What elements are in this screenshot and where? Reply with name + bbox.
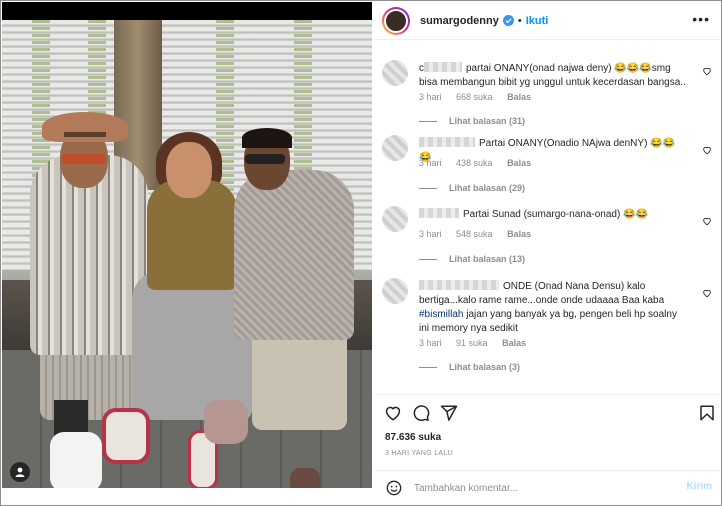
reply-button[interactable]: Balas — [507, 158, 531, 168]
comment-hashtag[interactable]: #bismillah — [419, 309, 463, 320]
view-replies-button[interactable]: Lihat balasan (3) — [419, 362, 520, 372]
person-middle-head — [166, 142, 212, 198]
user-silhouette-icon — [15, 467, 25, 477]
post-timestamp[interactable]: 3 HARI YANG LALU — [385, 450, 453, 457]
comment-avatar[interactable] — [382, 206, 408, 232]
person-left-shoe — [50, 432, 102, 488]
verified-badge-icon — [502, 15, 514, 26]
person-right-body — [234, 170, 354, 340]
heart-icon[interactable] — [702, 145, 712, 155]
likes-count[interactable]: 87.636 suka — [385, 432, 441, 443]
person-left-glasses — [62, 154, 106, 164]
emoji-icon[interactable] — [386, 480, 402, 496]
comment-meta: 3 hari 548 suka Balas — [419, 229, 543, 239]
comment-icon[interactable] — [412, 404, 430, 422]
comment-text: ONDE (Onad Nana Densu) kalo bertiga...ka… — [419, 280, 687, 336]
photo-scene — [2, 20, 372, 488]
add-comment-bar: Kirim — [374, 470, 720, 504]
separator-dot: • — [517, 14, 522, 27]
view-replies-label[interactable]: Lihat balasan (29) — [449, 183, 525, 193]
comment-meta: 3 hari 668 suka Balas — [419, 92, 543, 102]
person-right-shoe — [204, 400, 248, 444]
story-ring[interactable] — [382, 6, 410, 35]
avatar[interactable] — [384, 8, 408, 33]
comment-text: c partai ONANY(onad najwa deny) 😂😂😂smg bi… — [419, 62, 687, 90]
heart-icon[interactable] — [384, 404, 402, 422]
post-comment-button[interactable]: Kirim — [686, 481, 712, 492]
heart-icon[interactable] — [702, 216, 712, 226]
comment-username-redacted[interactable] — [424, 62, 462, 72]
view-replies-label[interactable]: Lihat balasan (3) — [449, 362, 520, 372]
person-right-glasses — [245, 154, 285, 164]
view-replies-label[interactable]: Lihat balasan (31) — [449, 116, 525, 126]
comment-text: Partai Sunad (sumargo-nana-onad) 😂😂 — [419, 208, 687, 222]
reply-button[interactable]: Balas — [507, 92, 531, 102]
comment-username-redacted[interactable] — [419, 280, 499, 290]
comment-time[interactable]: 3 hari — [419, 338, 442, 348]
person-left-hatband — [64, 132, 106, 137]
post-username[interactable]: sumargodenny — [420, 15, 499, 27]
person-middle-shoe — [102, 408, 150, 464]
comment-avatar[interactable] — [382, 60, 408, 86]
view-replies-button[interactable]: Lihat balasan (13) — [419, 254, 525, 264]
comment-avatar[interactable] — [382, 135, 408, 161]
comment-input[interactable] — [414, 480, 654, 496]
person-left-hat — [42, 112, 128, 142]
comment-time[interactable]: 3 hari — [419, 92, 442, 102]
view-replies-button[interactable]: Lihat balasan (29) — [419, 183, 525, 193]
reply-button[interactable]: Balas — [502, 338, 526, 348]
post-photo[interactable] — [2, 2, 372, 488]
tag-user-icon[interactable] — [10, 462, 30, 482]
comment-likes[interactable]: 548 suka — [456, 229, 493, 239]
comment-username-redacted[interactable] — [419, 137, 475, 147]
comment-likes[interactable]: 668 suka — [456, 92, 493, 102]
comment-likes[interactable]: 91 suka — [456, 338, 488, 348]
reply-button[interactable]: Balas — [507, 229, 531, 239]
person-right-shoe — [290, 468, 320, 488]
post-side-panel: sumargodenny • Ikuti ••• c partai ONANY(o… — [374, 2, 720, 504]
comment-list[interactable]: c partai ONANY(onad najwa deny) 😂😂😂smg bi… — [374, 40, 720, 390]
heart-icon[interactable] — [702, 66, 712, 76]
view-replies-button[interactable]: Lihat balasan (31) — [419, 116, 525, 126]
share-icon[interactable] — [440, 404, 458, 422]
comment-time[interactable]: 3 hari — [419, 229, 442, 239]
comment-username-redacted[interactable] — [419, 208, 459, 218]
heart-icon[interactable] — [702, 288, 712, 298]
comment-meta: 3 hari 91 suka Balas — [419, 338, 538, 348]
comment-body: Partai Sunad (sumargo-nana-onad) 😂😂 — [463, 209, 648, 220]
more-options-icon[interactable]: ••• — [692, 12, 710, 26]
bookmark-icon[interactable] — [698, 404, 716, 422]
person-right-hair — [242, 128, 292, 148]
follow-button[interactable]: Ikuti — [526, 15, 549, 27]
post-header: sumargodenny • Ikuti ••• — [374, 2, 720, 40]
comment-likes[interactable]: 438 suka — [456, 158, 493, 168]
comment-meta: 3 hari 438 suka Balas — [419, 158, 543, 168]
comment-time[interactable]: 3 hari — [419, 158, 442, 168]
action-bar — [374, 394, 720, 428]
view-replies-label[interactable]: Lihat balasan (13) — [449, 254, 525, 264]
comment-avatar[interactable] — [382, 278, 408, 304]
